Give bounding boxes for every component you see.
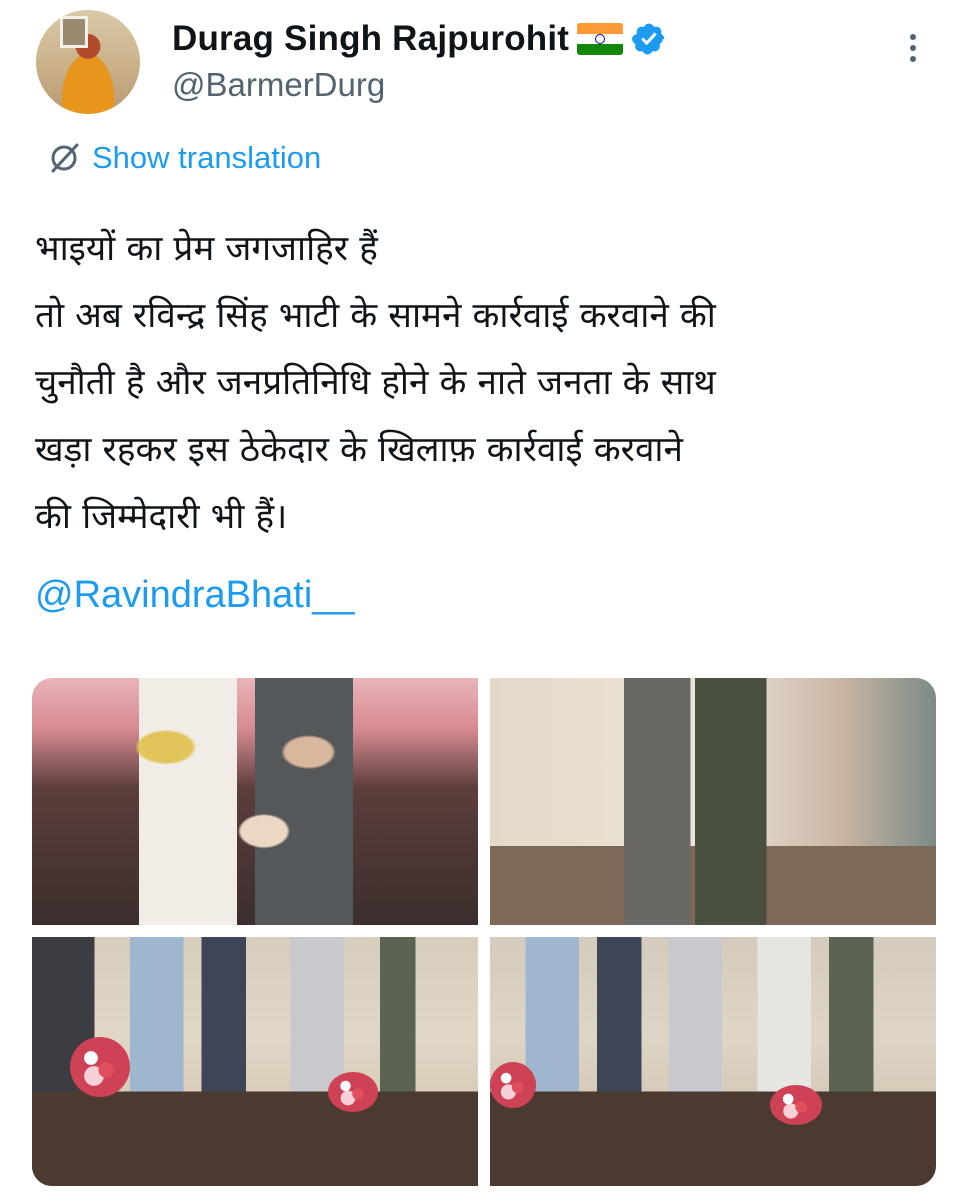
tweet-line: तो अब रविन्द्र सिंह भाटी के सामने कार्रव… xyxy=(35,296,716,336)
show-translation-button[interactable]: Show translation xyxy=(44,138,321,178)
avatar-photo-frame xyxy=(60,16,88,48)
bouquet-image xyxy=(328,1072,378,1112)
tweet-text: भाइयों का प्रेम जगजाहिर हैं तो अब रविन्द… xyxy=(35,216,940,551)
author-name[interactable]: Durag Singh Rajpurohit xyxy=(172,19,569,59)
show-translation-label: Show translation xyxy=(92,140,322,175)
photo-garland-welcome[interactable] xyxy=(32,678,478,925)
india-flag-icon xyxy=(577,23,624,55)
author-name-row: Durag Singh Rajpurohit xyxy=(172,14,667,64)
more-options-icon[interactable] xyxy=(898,30,928,70)
tweet-line: चुनौती है और जनप्रतिनिधि होने के नाते जन… xyxy=(35,363,716,403)
author-avatar[interactable] xyxy=(36,10,140,114)
photo-garland-indoor[interactable] xyxy=(490,678,936,925)
bouquet-image xyxy=(490,1062,536,1108)
tweet-line: भाइयों का प्रेम जगजाहिर हैं xyxy=(35,229,378,269)
translate-icon xyxy=(51,143,79,173)
photo-meeting-room-2[interactable] xyxy=(490,937,936,1186)
bouquet-image xyxy=(770,1085,822,1125)
photo-meeting-room[interactable] xyxy=(32,937,478,1186)
verified-badge-icon[interactable] xyxy=(631,21,667,57)
media-grid xyxy=(32,678,936,1186)
tweet-line: की जिम्मेदारी भी हैं। xyxy=(35,497,288,537)
mention-link[interactable]: @RavindraBhati__ xyxy=(35,574,355,617)
bouquet-image xyxy=(70,1037,130,1097)
author-handle[interactable]: @BarmerDurg xyxy=(172,66,385,104)
tweet-line: खड़ा रहकर इस ठेकेदार के खिलाफ़ कार्रवाई … xyxy=(35,430,683,470)
